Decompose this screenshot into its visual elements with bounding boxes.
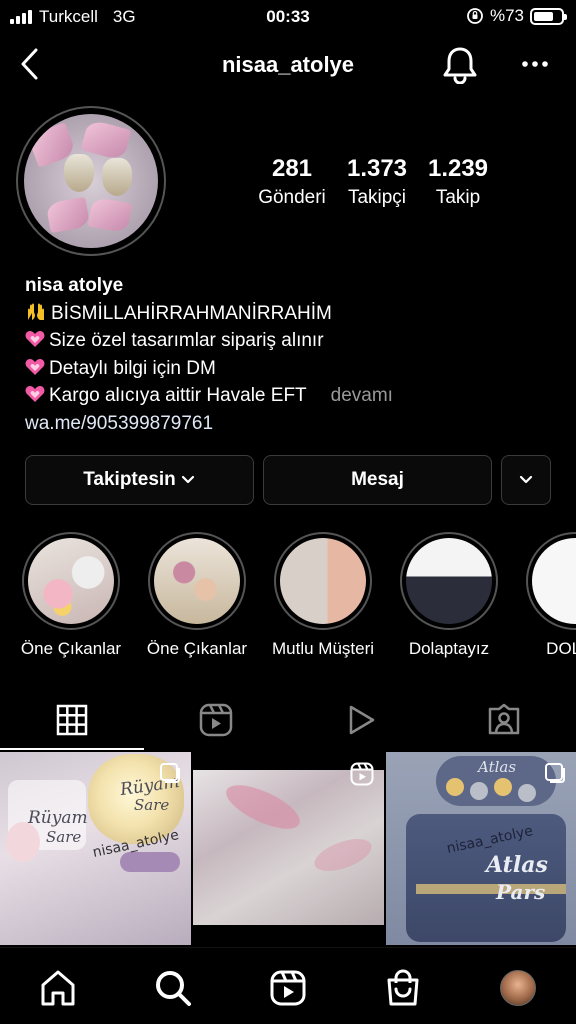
posts-count[interactable]: 281 Gönderi bbox=[250, 155, 334, 209]
profile-stats: 281 Gönderi 1.373 Takipçi 1.239 Takip bbox=[250, 155, 496, 209]
more-horizontal-icon bbox=[522, 61, 548, 67]
nav-home[interactable] bbox=[38, 968, 78, 1008]
sparkling-heart-emoji-icon bbox=[25, 358, 45, 375]
reels-icon bbox=[199, 703, 233, 737]
website-link[interactable]: wa.me/905399879761 bbox=[25, 410, 393, 438]
battery-percent: %73 bbox=[489, 6, 524, 25]
post-text: Atlas bbox=[478, 758, 517, 776]
post-thumbnail[interactable] bbox=[193, 752, 384, 945]
status-bar: Turkcell 3G 00:33 %73 bbox=[0, 0, 576, 36]
message-button[interactable]: Mesaj bbox=[263, 455, 492, 505]
bio-line: Kargo alıcıya aittir Havale EFT devamı bbox=[25, 382, 393, 410]
profile-name: nisa atolye bbox=[25, 275, 124, 296]
video-play-icon bbox=[349, 705, 375, 735]
bio-more-link[interactable]: devamı bbox=[331, 385, 393, 406]
followers-count[interactable]: 1.373 Takipçi bbox=[334, 155, 420, 209]
profile-actions: Takiptesin Mesaj bbox=[25, 455, 551, 505]
tab-posts-grid[interactable] bbox=[0, 690, 144, 750]
reels-icon bbox=[270, 970, 306, 1006]
raised-hands-emoji-icon bbox=[28, 303, 44, 320]
battery-icon bbox=[530, 7, 567, 25]
profile-tabs bbox=[0, 690, 576, 750]
suggested-accounts-button[interactable] bbox=[501, 455, 551, 505]
profile-avatar bbox=[500, 970, 536, 1006]
highlight-cover bbox=[532, 538, 576, 624]
carousel-icon bbox=[545, 763, 565, 783]
nav-profile[interactable] bbox=[498, 968, 538, 1008]
highlight-item[interactable]: Dolaptayız bbox=[386, 532, 512, 659]
bio-line: Detaylı bilgi için DM bbox=[25, 355, 393, 383]
post-text: Sare bbox=[134, 796, 170, 814]
highlight-item[interactable]: Öne Çıkanlar bbox=[8, 532, 134, 659]
post-text: Sare bbox=[46, 828, 82, 846]
post-text: Rüyam bbox=[28, 808, 88, 828]
more-options-button[interactable] bbox=[522, 50, 548, 83]
bottom-nav bbox=[0, 947, 576, 1024]
tagged-icon bbox=[488, 703, 520, 735]
tab-videos[interactable] bbox=[288, 690, 432, 750]
post-thumbnail[interactable]: Atlas Atlas Pars nisaa_atolye bbox=[386, 752, 576, 945]
page-title: nisaa_atolye bbox=[221, 52, 355, 77]
notifications-button[interactable] bbox=[442, 46, 478, 89]
nav-search[interactable] bbox=[153, 968, 193, 1008]
shop-bag-icon bbox=[387, 969, 419, 1006]
post-thumbnail[interactable]: Rüyam Sare Rüyam Sare nisaa_atolye bbox=[0, 752, 191, 945]
post-text: Pars bbox=[496, 880, 546, 904]
search-icon bbox=[156, 971, 191, 1006]
following-count[interactable]: 1.239 Takip bbox=[420, 155, 496, 209]
orientation-lock-icon bbox=[467, 8, 483, 24]
highlight-item[interactable]: Mutlu Müşteri bbox=[260, 532, 386, 659]
bell-icon bbox=[443, 47, 477, 85]
carousel-icon bbox=[160, 763, 180, 783]
following-button[interactable]: Takiptesin bbox=[25, 455, 254, 505]
story-highlights: Öne Çıkanlar Öne Çıkanlar Mutlu Müşteri … bbox=[0, 532, 576, 662]
post-text: Atlas bbox=[486, 852, 548, 878]
sparkling-heart-emoji-icon bbox=[25, 386, 45, 402]
reels-icon bbox=[350, 762, 374, 786]
sparkling-heart-emoji-icon bbox=[25, 331, 45, 347]
highlight-cover bbox=[154, 538, 240, 624]
highlight-cover bbox=[28, 538, 114, 624]
highlight-item[interactable]: DOLAP bbox=[512, 532, 576, 659]
chevron-down-icon bbox=[181, 475, 194, 484]
tab-reels[interactable] bbox=[144, 690, 288, 750]
highlight-cover bbox=[406, 538, 492, 624]
home-icon bbox=[41, 970, 75, 1006]
profile-photo bbox=[24, 114, 158, 248]
profile-avatar[interactable] bbox=[16, 106, 166, 256]
posts-grid: Rüyam Sare Rüyam Sare nisaa_atolye Atlas… bbox=[0, 752, 576, 947]
tab-tagged[interactable] bbox=[432, 690, 576, 750]
profile-bio: nisa atolye BİSMİLLAHİRRAHMANİRRAHİM Siz… bbox=[25, 272, 393, 437]
chevron-down-icon bbox=[519, 475, 533, 484]
bio-line: Size özel tasarımlar sipariş alınır bbox=[25, 327, 393, 355]
nav-shop[interactable] bbox=[383, 968, 423, 1008]
active-tab-indicator bbox=[0, 748, 144, 750]
top-nav: nisaa_atolye bbox=[0, 36, 576, 96]
grid-icon bbox=[56, 704, 88, 736]
highlight-item[interactable]: Öne Çıkanlar bbox=[134, 532, 260, 659]
nav-reels[interactable] bbox=[268, 968, 308, 1008]
highlight-cover bbox=[280, 538, 366, 624]
bio-line: BİSMİLLAHİRRAHMANİRRAHİM bbox=[25, 300, 393, 328]
